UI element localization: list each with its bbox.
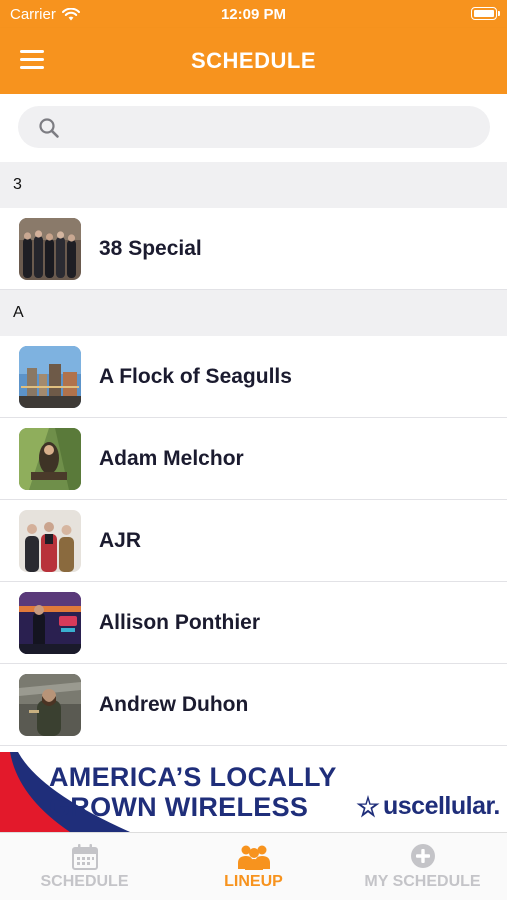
- artist-name: Allison Ponthier: [99, 611, 261, 634]
- search-input[interactable]: [74, 106, 474, 148]
- search-icon: [39, 118, 59, 138]
- artist-thumbnail: [19, 428, 81, 490]
- artist-name: Andrew Duhon: [99, 693, 249, 716]
- uscellular-logo: uscellular.: [355, 792, 500, 821]
- tab-lineup[interactable]: LINEUP: [169, 833, 338, 900]
- artist-name: Adam Melchor: [99, 447, 244, 470]
- nav-bar: SCHEDULE: [0, 28, 507, 94]
- list-item-38-special[interactable]: 38 Special: [0, 208, 507, 290]
- artist-thumbnail: [19, 218, 81, 280]
- artist-thumbnail: [19, 346, 81, 408]
- list-item-andrew-duhon[interactable]: Andrew Duhon: [0, 664, 507, 746]
- banner-headline-line1: AMERICA’S LOCALLY: [49, 762, 337, 792]
- banner-headline-line2: GROWN WIRELESS: [49, 792, 309, 822]
- section-header: A: [0, 290, 507, 336]
- search-bar[interactable]: [18, 106, 490, 148]
- plus-circle-icon: [410, 844, 435, 868]
- artist-name: AJR: [99, 529, 142, 552]
- tab-my-schedule[interactable]: MY SCHEDULE: [338, 833, 507, 900]
- battery-icon: [471, 7, 500, 20]
- tab-label: LINEUP: [224, 873, 283, 890]
- list-item-allison-ponthier[interactable]: Allison Ponthier: [0, 582, 507, 664]
- artist-thumbnail: [19, 510, 81, 572]
- artist-thumbnail: [19, 674, 81, 736]
- section-header: 3: [0, 162, 507, 208]
- tab-label: MY SCHEDULE: [364, 873, 481, 890]
- calendar-icon: [71, 844, 98, 870]
- status-bar: Carrier 12:09 PM: [0, 0, 507, 28]
- artist-name: 38 Special: [99, 237, 202, 260]
- search-container: [0, 94, 507, 162]
- lineup-list: 3 38 Special A A Flock of Seagulls Adam …: [0, 162, 507, 746]
- list-item-ajr[interactable]: AJR: [0, 500, 507, 582]
- artist-name: A Flock of Seagulls: [99, 365, 292, 388]
- list-item-a-flock-of-seagulls[interactable]: A Flock of Seagulls: [0, 336, 507, 418]
- star-logo-icon: [356, 794, 380, 817]
- tab-label: SCHEDULE: [40, 873, 129, 890]
- artist-thumbnail: [19, 592, 81, 654]
- group-icon: [237, 845, 270, 870]
- ad-banner[interactable]: AMERICA’S LOCALLY GROWN WIRELESS uscellu…: [0, 752, 507, 832]
- tab-bar: SCHEDULE LINEUP MY SCHEDULE: [0, 832, 507, 900]
- list-item-adam-melchor[interactable]: Adam Melchor: [0, 418, 507, 500]
- clock: 12:09 PM: [220, 6, 287, 23]
- brand-name: uscellular.: [383, 792, 500, 820]
- page-title: SCHEDULE: [190, 48, 316, 73]
- tab-schedule[interactable]: SCHEDULE: [0, 833, 169, 900]
